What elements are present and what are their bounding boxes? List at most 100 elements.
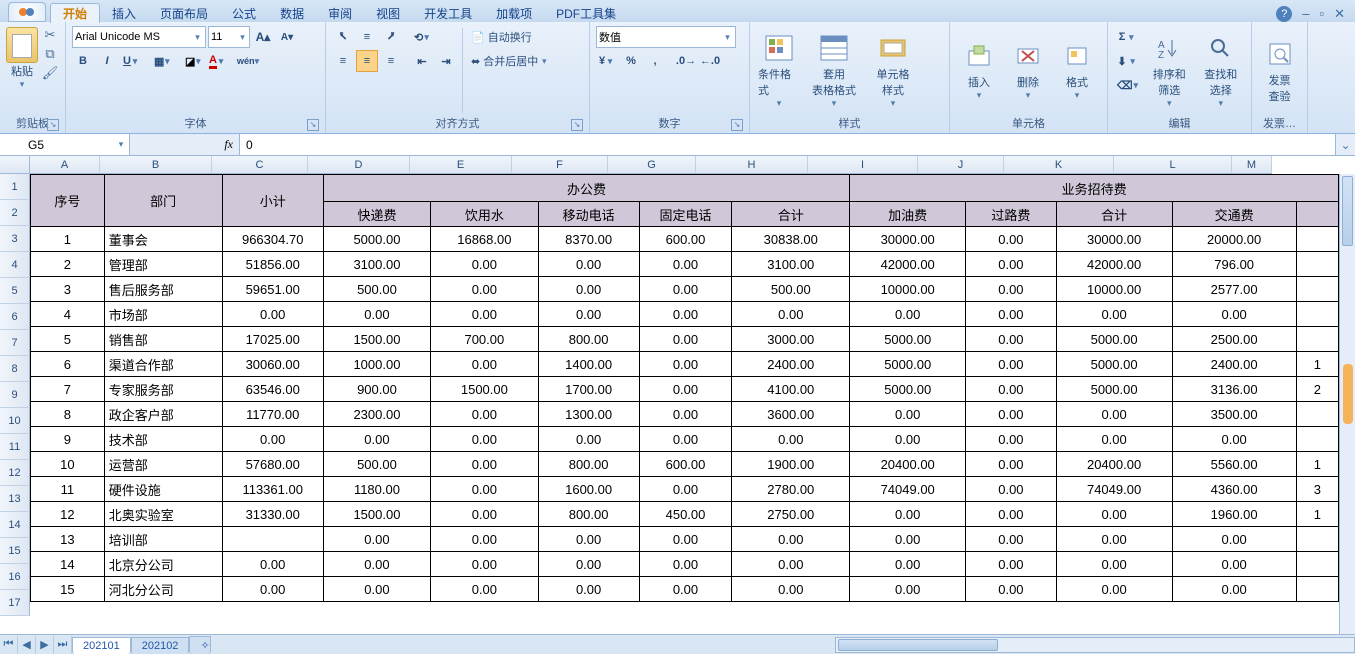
cell[interactable]: 0.00 — [966, 277, 1057, 302]
cell[interactable]: 113361.00 — [222, 477, 323, 502]
cell[interactable]: 500.00 — [323, 452, 430, 477]
cell[interactable]: 5000.00 — [1056, 327, 1172, 352]
row-header[interactable]: 8 — [0, 356, 30, 382]
cell[interactable]: 0.00 — [538, 277, 639, 302]
ribbon-tab[interactable]: 开始 — [50, 3, 100, 23]
align-center-icon[interactable]: ≡ — [356, 50, 378, 72]
dialog-launcher[interactable]: ↘ — [307, 119, 319, 131]
new-sheet-tab[interactable]: ✧ — [189, 636, 211, 654]
cell[interactable]: 加油费 — [850, 202, 966, 227]
restore-window-icon[interactable]: ▫ — [1319, 6, 1324, 22]
accounting-format-icon[interactable]: ¥▾ — [596, 50, 618, 72]
column-header[interactable]: J — [918, 156, 1004, 174]
close-window-icon[interactable]: ✕ — [1334, 6, 1345, 22]
cell[interactable]: 小计 — [222, 175, 323, 227]
cell[interactable]: 5000.00 — [1056, 377, 1172, 402]
cell[interactable]: 0.00 — [850, 302, 966, 327]
cell[interactable]: 1500.00 — [323, 327, 430, 352]
horizontal-scrollbar[interactable] — [835, 637, 1355, 653]
cell[interactable]: 0.00 — [732, 527, 850, 552]
cell[interactable]: 500.00 — [732, 277, 850, 302]
cell[interactable]: 0.00 — [1172, 552, 1296, 577]
cell[interactable]: 2 — [31, 252, 105, 277]
cell[interactable]: 8370.00 — [538, 227, 639, 252]
cell[interactable]: 合计 — [732, 202, 850, 227]
column-header[interactable]: B — [100, 156, 212, 174]
cell[interactable]: 16868.00 — [431, 227, 538, 252]
cell[interactable]: 5000.00 — [323, 227, 430, 252]
cell[interactable]: 0.00 — [323, 527, 430, 552]
row-header[interactable]: 11 — [0, 434, 30, 460]
cell[interactable]: 0.00 — [850, 577, 966, 602]
cell[interactable]: 0.00 — [639, 327, 732, 352]
cell[interactable]: 0.00 — [431, 527, 538, 552]
cell[interactable]: 3500.00 — [1172, 402, 1296, 427]
cell[interactable]: 1500.00 — [431, 377, 538, 402]
cell[interactable]: 10000.00 — [850, 277, 966, 302]
cell[interactable]: 0.00 — [639, 352, 732, 377]
cell[interactable]: 966304.70 — [222, 227, 323, 252]
cell[interactable]: 过路费 — [966, 202, 1057, 227]
cell[interactable]: 10000.00 — [1056, 277, 1172, 302]
cell[interactable] — [1296, 427, 1338, 452]
clear-icon[interactable]: ⌫▾ — [1114, 74, 1142, 96]
ribbon-tab[interactable]: 视图 — [364, 4, 412, 23]
cell[interactable]: 硬件设施 — [104, 477, 222, 502]
cell[interactable]: 售后服务部 — [104, 277, 222, 302]
cell[interactable]: 合计 — [1056, 202, 1172, 227]
cell[interactable]: 900.00 — [323, 377, 430, 402]
cell[interactable]: 5 — [31, 327, 105, 352]
cell[interactable]: 700.00 — [431, 327, 538, 352]
decrease-decimal-icon[interactable]: ←.0 — [699, 50, 721, 72]
align-bottom-icon[interactable]: ⭷ — [380, 26, 402, 48]
cell[interactable]: 0.00 — [538, 302, 639, 327]
cell[interactable]: 0.00 — [1056, 427, 1172, 452]
cell[interactable]: 0.00 — [323, 302, 430, 327]
phonetic-button[interactable]: wén▾ — [237, 50, 259, 72]
row-header[interactable]: 3 — [0, 226, 30, 252]
cell[interactable]: 1400.00 — [538, 352, 639, 377]
cell[interactable]: 12 — [31, 502, 105, 527]
delete-cells-button[interactable]: 删除▾ — [1005, 26, 1051, 115]
cell[interactable]: 3 — [1296, 477, 1338, 502]
cell[interactable]: 2750.00 — [732, 502, 850, 527]
increase-indent-icon[interactable]: ⇥ — [435, 50, 457, 72]
cell[interactable] — [1296, 327, 1338, 352]
cell[interactable]: 2 — [1296, 377, 1338, 402]
cell[interactable]: 部门 — [104, 175, 222, 227]
cell[interactable]: 0.00 — [1172, 527, 1296, 552]
row-header[interactable]: 7 — [0, 330, 30, 356]
cell[interactable]: 5000.00 — [850, 377, 966, 402]
format-as-table-button[interactable]: 套用 表格格式▾ — [805, 26, 863, 115]
cell[interactable]: 河北分公司 — [104, 577, 222, 602]
cell[interactable]: 4360.00 — [1172, 477, 1296, 502]
column-header[interactable]: D — [308, 156, 410, 174]
cell[interactable]: 0.00 — [538, 427, 639, 452]
row-header[interactable]: 13 — [0, 486, 30, 512]
align-right-icon[interactable]: ≡ — [380, 50, 402, 72]
cell[interactable]: 59651.00 — [222, 277, 323, 302]
cell[interactable]: 0.00 — [639, 377, 732, 402]
cell[interactable]: 技术部 — [104, 427, 222, 452]
cell[interactable]: 42000.00 — [850, 252, 966, 277]
cell[interactable]: 0.00 — [966, 227, 1057, 252]
sheet-tab[interactable]: 202102 — [131, 637, 190, 654]
cell[interactable]: 30838.00 — [732, 227, 850, 252]
increase-decimal-icon[interactable]: .0→ — [675, 50, 697, 72]
cell[interactable]: 1300.00 — [538, 402, 639, 427]
cell[interactable]: 销售部 — [104, 327, 222, 352]
cell[interactable]: 序号 — [31, 175, 105, 227]
cell[interactable]: 63546.00 — [222, 377, 323, 402]
cell[interactable]: 0.00 — [966, 377, 1057, 402]
cell[interactable]: 1 — [31, 227, 105, 252]
cell[interactable]: 业务招待费 — [850, 175, 1339, 202]
cell[interactable]: 1 — [1296, 352, 1338, 377]
column-header[interactable]: E — [410, 156, 512, 174]
row-header[interactable]: 4 — [0, 252, 30, 278]
cell[interactable]: 0.00 — [966, 427, 1057, 452]
ribbon-tab[interactable]: 加载项 — [484, 4, 544, 23]
border-button[interactable]: ▦▾ — [151, 50, 173, 72]
cell[interactable]: 0.00 — [850, 427, 966, 452]
cell[interactable]: 0.00 — [1172, 302, 1296, 327]
cell[interactable]: 0.00 — [222, 552, 323, 577]
